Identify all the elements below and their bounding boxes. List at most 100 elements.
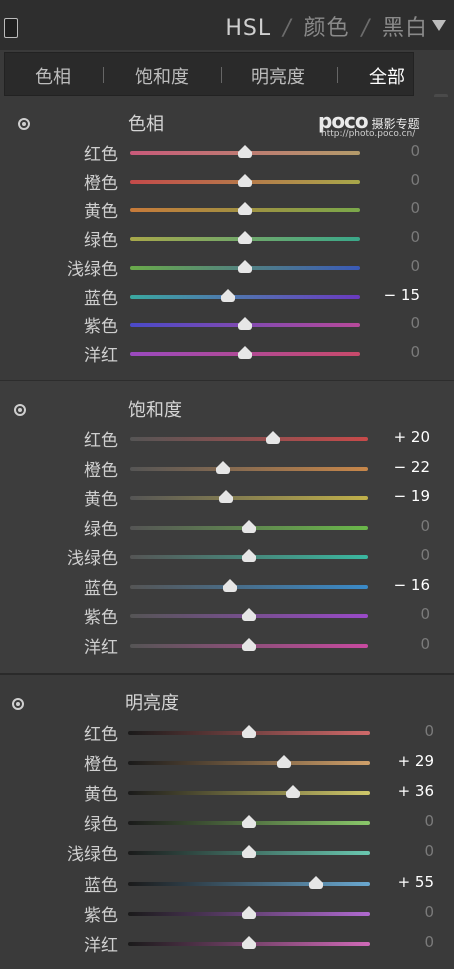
slider-label: 黄色 xyxy=(84,202,118,223)
tab-all[interactable]: 全部 xyxy=(369,63,405,89)
slider-value[interactable]: − 22 xyxy=(394,458,430,476)
slider-label: 洋红 xyxy=(84,935,118,956)
panel-grip-icon[interactable] xyxy=(4,18,18,38)
saturation-slider-row: 紫色 0 xyxy=(0,603,454,631)
slider-value[interactable]: − 16 xyxy=(394,576,430,594)
slider-value[interactable]: 0 xyxy=(424,722,434,740)
slider-track[interactable] xyxy=(128,761,370,766)
slider-value[interactable]: − 15 xyxy=(384,286,420,304)
slider-value[interactable]: 0 xyxy=(410,199,420,217)
saturation-slider-row: 绿色 0 xyxy=(0,515,454,543)
slider-label: 蓝色 xyxy=(84,578,118,599)
slider-label: 橙色 xyxy=(84,460,118,481)
slider-label: 洋红 xyxy=(84,345,118,366)
slider-value[interactable]: + 36 xyxy=(398,782,434,800)
luminance-slider-row: 橙色 + 29 xyxy=(0,750,454,778)
slider-value[interactable]: 0 xyxy=(424,812,434,830)
header-bw-link[interactable]: 黑白 xyxy=(382,16,428,41)
slider-value[interactable]: 0 xyxy=(410,228,420,246)
triangle-down-icon[interactable] xyxy=(432,20,446,31)
slider-label: 橙色 xyxy=(84,173,118,194)
saturation-slider-row: 红色 + 20 xyxy=(0,426,454,454)
slider-label: 蓝色 xyxy=(84,875,118,896)
luminance-slider-row: 绿色 0 xyxy=(0,810,454,838)
slider-value[interactable]: + 29 xyxy=(398,752,434,770)
slider-label: 黄色 xyxy=(84,490,118,510)
saturation-slider-row: 洋红 0 xyxy=(0,633,454,661)
hsl-tab-bar: 色相 饱和度 明亮度 全部 xyxy=(4,52,414,96)
slider-label: 橙色 xyxy=(84,755,118,776)
slider-value[interactable]: 0 xyxy=(424,933,434,951)
slider-label: 紫色 xyxy=(84,317,118,338)
slider-value[interactable]: 0 xyxy=(420,605,430,623)
slider-value[interactable]: 0 xyxy=(424,903,434,921)
target-adjust-icon[interactable] xyxy=(14,404,26,416)
header-separator: / xyxy=(361,16,370,41)
tab-divider xyxy=(337,67,338,83)
hue-slider-row: 紫色 0 xyxy=(0,312,454,340)
slider-track[interactable] xyxy=(130,466,368,471)
saturation-slider-row: 橙色 − 22 xyxy=(0,456,454,484)
saturation-slider-row: 蓝色 − 16 xyxy=(0,574,454,602)
hue-slider-row: 黄色 0 xyxy=(0,197,454,225)
slider-track[interactable] xyxy=(130,584,368,589)
luminance-slider-row: 红色 0 xyxy=(0,720,454,748)
luminance-section-title: 明亮度 xyxy=(125,693,179,714)
target-adjust-icon[interactable] xyxy=(18,118,30,130)
slider-value[interactable]: 0 xyxy=(410,142,420,160)
hue-slider-row: 橙色 0 xyxy=(0,169,454,197)
target-adjust-icon[interactable] xyxy=(12,698,24,710)
hue-slider-row: 红色 0 xyxy=(0,140,454,168)
slider-value[interactable]: − 19 xyxy=(394,487,430,505)
slider-label: 黄色 xyxy=(84,785,118,806)
slider-track[interactable] xyxy=(130,294,360,299)
header-color-link[interactable]: 颜色 xyxy=(304,16,350,41)
luminance-slider-row: 洋红 0 xyxy=(0,931,454,959)
slider-label: 绿色 xyxy=(84,231,118,252)
slider-value[interactable]: 0 xyxy=(410,171,420,189)
slider-label: 红色 xyxy=(84,725,118,745)
slider-value[interactable]: 0 xyxy=(420,546,430,564)
hue-section-title: 色相 xyxy=(128,114,164,135)
luminance-slider-row: 蓝色 + 55 xyxy=(0,871,454,899)
slider-value[interactable]: 0 xyxy=(420,517,430,535)
slider-label: 紫色 xyxy=(84,608,118,628)
saturation-slider-row: 黄色 − 19 xyxy=(0,485,454,513)
slider-label: 绿色 xyxy=(84,519,118,540)
slider-value[interactable]: 0 xyxy=(410,257,420,275)
slider-value[interactable]: 0 xyxy=(420,635,430,653)
tab-divider xyxy=(103,67,104,83)
slider-label: 红色 xyxy=(84,145,118,165)
slider-value[interactable]: 0 xyxy=(410,314,420,332)
slider-value[interactable]: 0 xyxy=(410,343,420,361)
slider-value[interactable]: + 55 xyxy=(398,873,434,891)
tab-luminance[interactable]: 明亮度 xyxy=(251,63,305,89)
slider-label: 红色 xyxy=(84,431,118,451)
slider-label: 绿色 xyxy=(84,815,118,836)
tab-hue[interactable]: 色相 xyxy=(35,63,71,89)
header-hsl-link[interactable]: HSL xyxy=(225,16,271,41)
hue-slider-row: 蓝色 − 15 xyxy=(0,284,454,312)
saturation-slider-row: 浅绿色 0 xyxy=(0,544,454,572)
slider-value[interactable]: + 20 xyxy=(394,428,430,446)
slider-label: 浅绿色 xyxy=(67,549,118,569)
tab-divider xyxy=(221,67,222,83)
hue-slider-row: 浅绿色 0 xyxy=(0,255,454,283)
luminance-slider-row: 紫色 0 xyxy=(0,901,454,929)
hue-slider-row: 绿色 0 xyxy=(0,226,454,254)
slider-track[interactable] xyxy=(130,437,368,441)
luminance-slider-row: 黄色 + 36 xyxy=(0,780,454,808)
hue-slider-row: 洋红 0 xyxy=(0,341,454,369)
slider-value[interactable]: 0 xyxy=(424,842,434,860)
tab-saturation[interactable]: 饱和度 xyxy=(135,63,189,89)
header-separator: / xyxy=(283,16,292,41)
slider-label: 浅绿色 xyxy=(67,845,118,866)
watermark-url: http://photo.poco.cn/ xyxy=(321,129,416,139)
slider-track[interactable] xyxy=(128,791,370,796)
slider-track[interactable] xyxy=(128,881,370,886)
slider-track[interactable] xyxy=(130,496,368,500)
slider-label: 洋红 xyxy=(84,637,118,658)
slider-label: 蓝色 xyxy=(84,288,118,309)
saturation-section-title: 饱和度 xyxy=(128,400,182,421)
slider-label: 浅绿色 xyxy=(67,259,118,280)
